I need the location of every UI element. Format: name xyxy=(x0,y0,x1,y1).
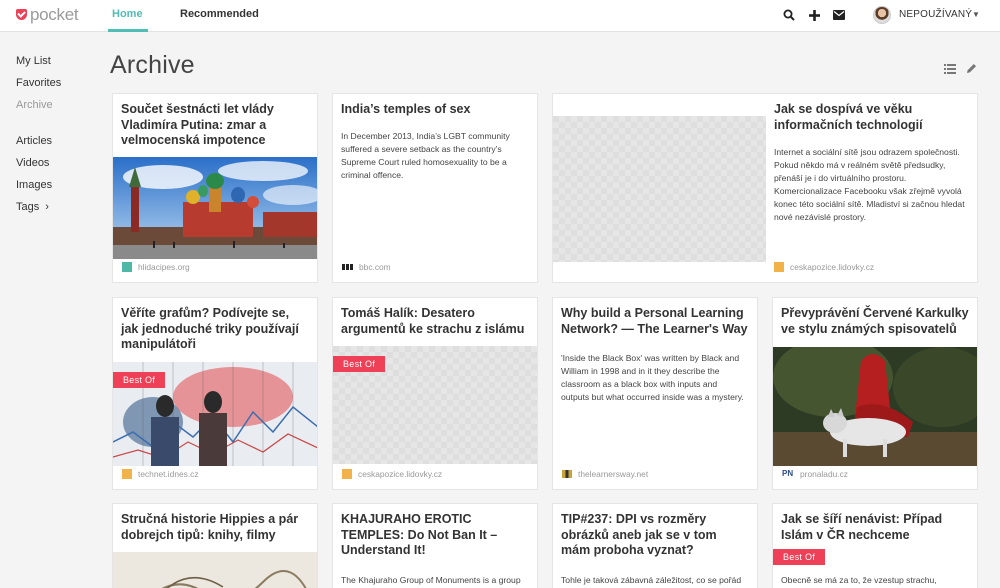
article-card[interactable]: Převyprávění Červené Karkulky ve stylu z… xyxy=(772,297,978,490)
article-thumbnail[interactable] xyxy=(113,157,317,259)
site-favicon-icon xyxy=(774,262,784,272)
source-domain: hlidacipes.org xyxy=(138,262,190,272)
article-card[interactable]: Jak se dospívá ve věku informačních tech… xyxy=(552,93,978,283)
list-view-icon[interactable] xyxy=(944,61,956,79)
pn-favicon-icon: PN xyxy=(782,469,794,478)
source-domain: pronaladu.cz xyxy=(800,469,848,479)
article-source[interactable]: ceskapozice.lidovky.cz xyxy=(342,469,442,479)
user-name[interactable]: NEPOUŽÍVANÝ xyxy=(899,9,972,20)
article-card[interactable]: Součet šestnácti let vlády Vladimíra Put… xyxy=(112,93,318,283)
article-card[interactable]: KHAJURAHO EROTIC TEMPLES: Do Not Ban It … xyxy=(332,503,538,588)
active-tab-indicator xyxy=(108,29,148,32)
best-of-badge: Best Of xyxy=(333,356,386,372)
article-card[interactable]: Jak se šíří nenávist: Případ Islám v ČR … xyxy=(772,503,978,588)
best-of-badge: Best Of xyxy=(113,372,166,388)
article-excerpt: In December 2013, India’s LGBT community… xyxy=(341,131,510,180)
site-favicon-icon xyxy=(122,469,132,479)
article-title[interactable]: India’s temples of sex xyxy=(341,102,529,118)
source-domain: bbc.com xyxy=(359,262,391,272)
article-title[interactable]: Jak se dospívá ve věku informačních tech… xyxy=(774,102,969,133)
site-favicon-icon xyxy=(562,470,572,478)
tab-recommended[interactable]: Recommended xyxy=(180,8,259,20)
page-title: Archive xyxy=(110,51,195,79)
tab-home[interactable]: Home xyxy=(112,8,143,20)
sidebar-item-videos[interactable]: Videos xyxy=(16,154,96,176)
sidebar-item-articles[interactable]: Articles xyxy=(16,132,96,154)
article-card[interactable]: India’s temples of sex In December 2013,… xyxy=(332,93,538,283)
article-excerpt: 'Inside the Black Box' was written by Bl… xyxy=(561,353,744,402)
article-source[interactable]: thelearnersway.net xyxy=(562,469,648,479)
article-card[interactable]: Věříte grafům? Podívejte se, jak jednodu… xyxy=(112,297,318,490)
article-grid: Součet šestnácti let vlády Vladimíra Put… xyxy=(112,93,978,588)
article-card[interactable]: Stručná historie Hippies a pár dobrejch … xyxy=(112,503,318,588)
article-excerpt: Obecně se má za to, že vzestup strachu, … xyxy=(781,575,937,585)
sidebar-item-archive[interactable]: Archive xyxy=(16,96,96,118)
site-favicon-icon xyxy=(342,469,352,479)
article-thumbnail[interactable] xyxy=(773,337,977,466)
sidebar-divider xyxy=(16,118,96,132)
best-of-badge: Best Of xyxy=(773,549,826,565)
sidebar-item-images[interactable]: Images xyxy=(16,176,96,198)
article-source[interactable]: PN pronaladu.cz xyxy=(782,469,848,479)
chevron-right-icon: › xyxy=(45,201,49,213)
pocket-logo-icon xyxy=(16,9,27,20)
search-icon[interactable] xyxy=(780,6,798,24)
edit-pencil-icon[interactable] xyxy=(966,61,977,79)
bbc-favicon-icon xyxy=(342,264,353,270)
article-title[interactable]: Tomáš Halík: Desatero argumentů ke strac… xyxy=(341,306,529,337)
top-bar: pocket Home Recommended NEPOUŽÍVANÝ ▼ xyxy=(0,0,1000,32)
article-title[interactable]: Jak se šíří nenávist: Případ Islám v ČR … xyxy=(781,512,969,543)
article-title[interactable]: Součet šestnácti let vlády Vladimíra Put… xyxy=(121,102,309,149)
article-excerpt: Internet a sociální sítě jsou odrazem sp… xyxy=(774,147,965,222)
article-source[interactable]: bbc.com xyxy=(342,262,391,272)
article-card[interactable]: Tomáš Halík: Desatero argumentů ke strac… xyxy=(332,297,538,490)
article-title[interactable]: Převyprávění Červené Karkulky ve stylu z… xyxy=(781,306,969,337)
sidebar: My List Favorites Archive Articles Video… xyxy=(16,52,96,220)
article-card[interactable]: TIP#237: DPI vs rozměry obrázků aneb jak… xyxy=(552,503,758,588)
source-domain: ceskapozice.lidovky.cz xyxy=(790,262,875,272)
article-title[interactable]: TIP#237: DPI vs rozměry obrázků aneb jak… xyxy=(561,512,749,559)
pocket-logo[interactable]: pocket xyxy=(16,5,79,24)
source-domain: technet.idnes.cz xyxy=(138,469,199,479)
article-source[interactable]: ceskapozice.lidovky.cz xyxy=(774,262,874,272)
article-source[interactable]: hlidacipes.org xyxy=(122,262,190,272)
view-toggle xyxy=(944,61,977,79)
chevron-down-icon[interactable]: ▼ xyxy=(972,10,980,19)
article-title[interactable]: Stručná historie Hippies a pár dobrejch … xyxy=(121,512,309,543)
article-excerpt: The Khajuraho Group of Monuments is a gr… xyxy=(341,575,521,585)
sidebar-item-tags-label: Tags xyxy=(16,201,40,213)
article-title[interactable]: KHAJURAHO EROTIC TEMPLES: Do Not Ban It … xyxy=(341,512,529,559)
sidebar-item-favorites[interactable]: Favorites xyxy=(16,74,96,96)
article-title[interactable]: Věříte grafům? Podívejte se, jak jednodu… xyxy=(121,306,309,353)
mail-icon[interactable] xyxy=(830,6,848,24)
source-domain: ceskapozice.lidovky.cz xyxy=(358,469,443,479)
sidebar-item-my-list[interactable]: My List xyxy=(16,52,96,74)
article-title[interactable]: Why build a Personal Learning Network? —… xyxy=(561,306,749,337)
article-thumbnail-placeholder[interactable] xyxy=(553,116,766,262)
article-thumbnail[interactable] xyxy=(113,552,317,588)
sidebar-item-tags[interactable]: Tags › xyxy=(16,198,96,220)
site-favicon-icon xyxy=(122,262,132,272)
logo-text: pocket xyxy=(30,5,79,24)
add-icon[interactable] xyxy=(805,6,823,24)
article-source[interactable]: technet.idnes.cz xyxy=(122,469,199,479)
avatar[interactable] xyxy=(873,6,891,24)
article-card[interactable]: Why build a Personal Learning Network? —… xyxy=(552,297,758,490)
source-domain: thelearnersway.net xyxy=(578,469,649,479)
article-excerpt: Tohle je taková zábavná záležitost, co s… xyxy=(561,575,742,585)
